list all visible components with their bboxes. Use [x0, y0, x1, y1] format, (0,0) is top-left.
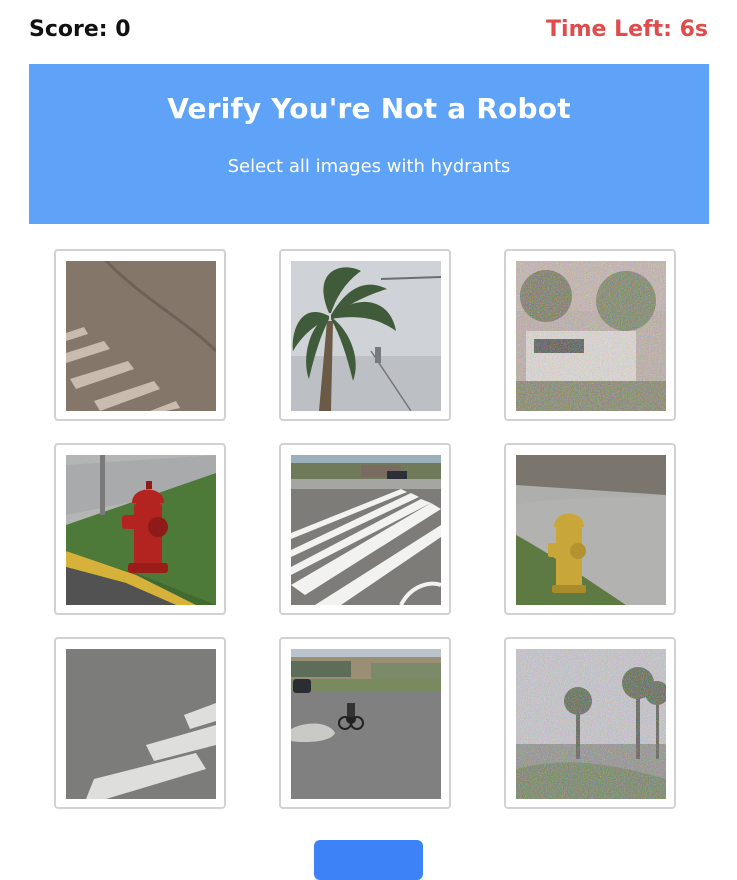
image-tile-7[interactable]	[54, 637, 226, 809]
image-tile-2[interactable]	[279, 249, 451, 421]
image-tile-3[interactable]	[504, 249, 676, 421]
image-tile-6[interactable]	[504, 443, 676, 615]
captcha-header: Verify You're Not a Robot Select all ima…	[29, 64, 709, 224]
image-tile-9[interactable]	[504, 637, 676, 809]
verify-button[interactable]	[314, 840, 423, 880]
captcha-title: Verify You're Not a Robot	[167, 92, 571, 125]
image-tile-5[interactable]	[279, 443, 451, 615]
red-hydrant-image	[66, 455, 216, 605]
captcha-instruction: Select all images with hydrants	[227, 156, 511, 177]
palm-tree-image	[291, 261, 441, 411]
crosswalk-street-image	[291, 455, 441, 605]
image-tile-4[interactable]	[54, 443, 226, 615]
image-tile-8[interactable]	[279, 637, 451, 809]
crosswalk-corner-image	[66, 261, 216, 411]
hud-bar: Score: 0 Time Left: 6s	[29, 12, 708, 46]
noisy-palm-street-image	[516, 649, 666, 799]
yellow-hydrant-image	[516, 455, 666, 605]
image-tile-1[interactable]	[54, 249, 226, 421]
score-label: Score: 0	[29, 16, 131, 42]
timer-label: Time Left: 6s	[546, 16, 708, 42]
crosswalk-lines-image	[66, 649, 216, 799]
noisy-building-image	[516, 261, 666, 411]
intersection-cyclist-image	[291, 649, 441, 799]
